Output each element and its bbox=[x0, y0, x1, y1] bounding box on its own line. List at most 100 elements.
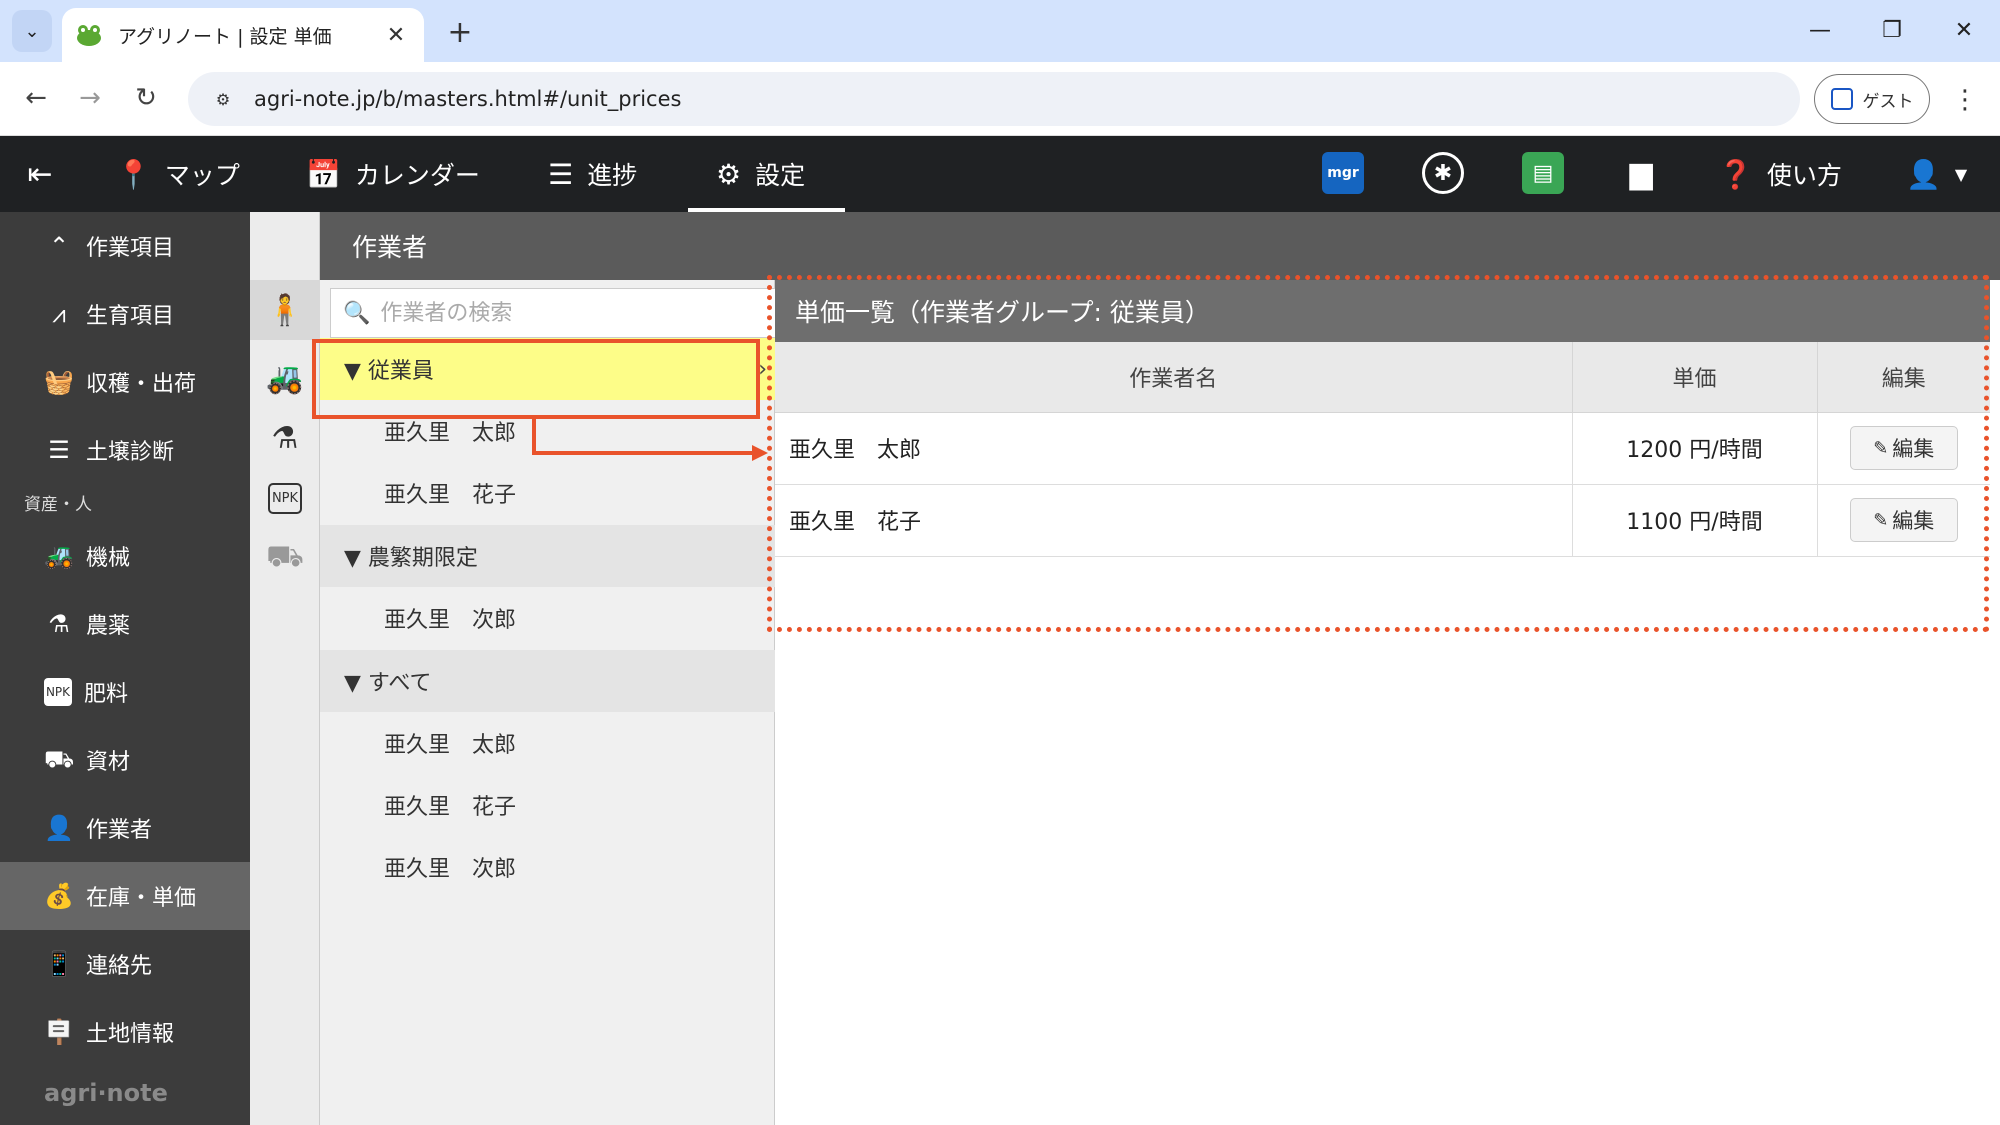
restore-button[interactable]: ❐ bbox=[1862, 10, 1922, 50]
menu-toggle-icon[interactable]: ⇤ bbox=[20, 154, 60, 194]
nav-settings[interactable]: ⚙ 設定 bbox=[687, 136, 846, 212]
page-title: 作業者 bbox=[320, 212, 2000, 280]
sidebar-item-fertilizers[interactable]: NPK 肥料 bbox=[0, 658, 250, 726]
browser-tab-bar: ⌄ アグリノート | 設定 単価 ✕ + — ❐ ✕ bbox=[0, 0, 2000, 62]
annotation-arrow bbox=[532, 419, 768, 461]
nav-map-label: マップ bbox=[164, 161, 240, 190]
nav-map[interactable]: 📍 マップ bbox=[116, 136, 240, 212]
sidebar-item-work[interactable]: ⌃ 作業項目 bbox=[0, 212, 250, 280]
sidebar-item-label: 作業項目 bbox=[86, 236, 175, 261]
nav-settings-label: 設定 bbox=[755, 161, 806, 190]
sign-icon: 🪧 bbox=[44, 1018, 74, 1046]
url-omnibox[interactable]: ⚙ agri-note.jp/b/masters.html#/unit_pric… bbox=[188, 72, 1800, 126]
sidebar-item-label: 土地情報 bbox=[86, 1022, 175, 1047]
record-book-icon[interactable]: ▤ bbox=[1522, 152, 1564, 194]
tractor-category-icon[interactable]: 🚜 bbox=[250, 348, 320, 408]
tractor-icon: 🚜 bbox=[44, 542, 74, 570]
nav-help-label: 使い方 bbox=[1766, 161, 1842, 190]
back-button[interactable]: ← bbox=[16, 78, 56, 118]
list-item[interactable]: 亜久里 次郎 bbox=[320, 836, 775, 898]
phone-icon: 📱 bbox=[44, 950, 74, 978]
list-icon: ☰ bbox=[548, 157, 574, 191]
sidebar-item-label: 生育項目 bbox=[86, 304, 175, 329]
sidebar-item-label: 機械 bbox=[86, 546, 131, 571]
worker-search-input[interactable] bbox=[380, 300, 761, 326]
sidebar-item-growth[interactable]: ⩘ 生育項目 bbox=[0, 280, 250, 348]
profile-label: ゲスト bbox=[1862, 91, 1914, 112]
mgr-label: mgr bbox=[1327, 165, 1359, 181]
chevron-down-icon: ⌄ bbox=[24, 20, 40, 42]
sidebar-item-land[interactable]: 🪧 土地情報 bbox=[0, 998, 250, 1066]
browser-tab[interactable]: アグリノート | 設定 単価 ✕ bbox=[62, 8, 424, 62]
selected-group-highlight bbox=[312, 339, 760, 419]
search-icon: 🔍 bbox=[343, 300, 371, 326]
list-item[interactable]: 亜久里 花子 bbox=[320, 774, 775, 836]
list-item[interactable]: 亜久里 花子 bbox=[320, 462, 775, 524]
new-tab-button[interactable]: + bbox=[440, 12, 480, 52]
user-menu[interactable]: 👤 ▼ bbox=[1906, 136, 1967, 212]
sidebar-item-workers[interactable]: 👤 作業者 bbox=[0, 794, 250, 862]
browser-menu-icon[interactable]: ⋮ bbox=[1950, 80, 1980, 120]
close-window-button[interactable]: ✕ bbox=[1934, 10, 1994, 50]
app-header: ⇤ 📍 マップ 📅 カレンダー ☰ 進捗 ⚙ 設定 mgr ✱ ▤ ▆ ❓ 使い… bbox=[0, 136, 2000, 212]
npk-category-icon[interactable]: NPK bbox=[250, 468, 320, 528]
mgr-app-icon[interactable]: mgr bbox=[1322, 152, 1364, 194]
list-item[interactable]: 亜久里 次郎 bbox=[320, 587, 775, 649]
money-bag-icon: 💰 bbox=[44, 882, 74, 910]
sidebar-item-materials[interactable]: ⛟ 資材 bbox=[0, 726, 250, 794]
tab-search-button[interactable]: ⌄ bbox=[12, 10, 52, 52]
wheelbarrow-category-icon[interactable]: ⛟ bbox=[250, 528, 320, 588]
url-text[interactable]: agri-note.jp/b/masters.html#/unit_prices bbox=[254, 87, 681, 111]
sidebar-item-label: 作業者 bbox=[86, 818, 153, 843]
frog-favicon-icon bbox=[77, 25, 101, 46]
category-rail: 🧍 🚜 ⚗ NPK ⛟ bbox=[250, 212, 320, 1125]
sliders-icon: ☰ bbox=[48, 436, 70, 464]
tab-title: アグリノート | 設定 単価 bbox=[118, 25, 332, 48]
minimize-button[interactable]: — bbox=[1790, 10, 1850, 50]
message-icon[interactable]: ▆ bbox=[1620, 152, 1662, 194]
sidebar-item-label: 土壌診断 bbox=[86, 440, 175, 465]
group-label: ▼ 農繁期限定 bbox=[344, 546, 478, 571]
nav-progress[interactable]: ☰ 進捗 bbox=[548, 136, 637, 212]
flask-category-icon[interactable]: ⚗ bbox=[250, 408, 320, 468]
growth-icon: ⩘ bbox=[52, 300, 66, 328]
sidebar-item-pesticides[interactable]: ⚗ 農薬 bbox=[0, 590, 250, 658]
sidebar-item-stock-price[interactable]: 💰 在庫・単価 bbox=[0, 862, 250, 930]
sidebar-item-label: 肥料 bbox=[84, 682, 129, 707]
worker-category-icon[interactable]: 🧍 bbox=[250, 280, 320, 340]
sidebar-item-machines[interactable]: 🚜 機械 bbox=[0, 522, 250, 590]
worker-search[interactable]: 🔍 bbox=[330, 288, 775, 338]
sidebar-item-soil[interactable]: ☰ 土壌診断 bbox=[0, 416, 250, 484]
tab-close-icon[interactable]: ✕ bbox=[382, 23, 410, 48]
flask-icon: ⚗ bbox=[48, 610, 70, 638]
nav-calendar[interactable]: 📅 カレンダー bbox=[306, 136, 480, 212]
asterisk-app-icon[interactable]: ✱ bbox=[1422, 152, 1464, 194]
sidebar-item-label: 農薬 bbox=[86, 614, 131, 639]
npk-icon: NPK bbox=[44, 678, 72, 706]
reload-button[interactable]: ↻ bbox=[126, 78, 166, 118]
nav-help[interactable]: ❓ 使い方 bbox=[1718, 136, 1842, 212]
nav-progress-label: 進捗 bbox=[587, 161, 638, 190]
sidebar-item-label: 資材 bbox=[86, 750, 131, 775]
map-pin-icon: 📍 bbox=[116, 157, 151, 191]
profile-button[interactable]: ゲスト bbox=[1814, 74, 1930, 124]
sidebar-item-label: 在庫・単価 bbox=[86, 886, 197, 911]
wheelbarrow-icon: ⛟ bbox=[44, 744, 75, 773]
group-busy-season[interactable]: ▼ 農繁期限定 bbox=[320, 525, 775, 587]
unit-price-panel-highlight bbox=[767, 275, 1989, 632]
work-icon: ⌃ bbox=[48, 232, 70, 260]
group-all[interactable]: ▼ すべて bbox=[320, 650, 775, 712]
list-item[interactable]: 亜久里 太郎 bbox=[320, 712, 775, 774]
address-bar: ← → ↻ ⚙ agri-note.jp/b/masters.html#/uni… bbox=[0, 62, 2000, 136]
group-label: ▼ すべて bbox=[344, 671, 432, 696]
person-icon: 👤 bbox=[44, 814, 74, 842]
sidebar-item-label: 収穫・出荷 bbox=[86, 372, 197, 397]
sidebar-item-harvest[interactable]: 🧺 収穫・出荷 bbox=[0, 348, 250, 416]
calendar-icon: 📅 bbox=[306, 157, 341, 191]
forward-button[interactable]: → bbox=[70, 78, 110, 118]
sidebar-section-assets: 資産・人 bbox=[24, 495, 92, 515]
basket-icon: 🧺 bbox=[44, 368, 74, 396]
site-info-icon[interactable]: ⚙ bbox=[208, 84, 238, 114]
help-circle-icon: ❓ bbox=[1718, 157, 1753, 191]
sidebar-item-contacts[interactable]: 📱 連絡先 bbox=[0, 930, 250, 998]
